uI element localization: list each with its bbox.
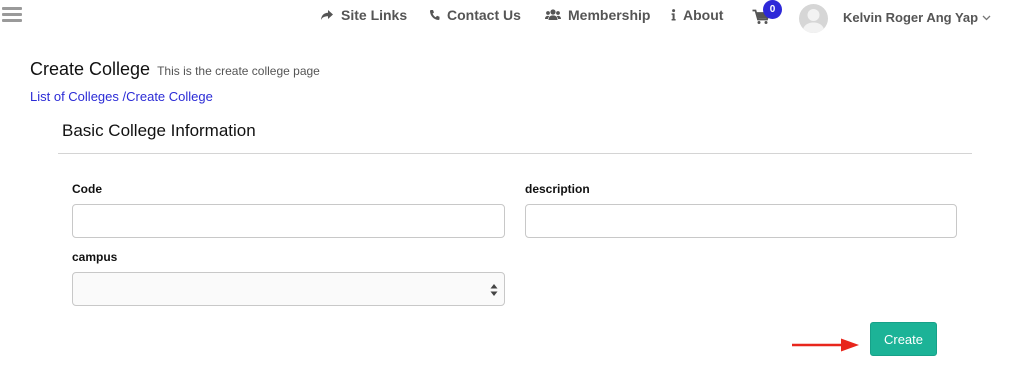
breadcrumb-create-college[interactable]: Create College xyxy=(126,89,213,104)
page-title: Create College This is the create colleg… xyxy=(30,59,320,80)
nav-about-label: About xyxy=(683,7,724,23)
campus-select[interactable] xyxy=(72,272,505,306)
nav-about[interactable]: About xyxy=(671,7,723,23)
info-icon xyxy=(671,9,676,21)
user-name: Kelvin Roger Ang Yap xyxy=(843,10,979,25)
code-input[interactable] xyxy=(72,204,505,238)
avatar-icon[interactable] xyxy=(799,4,828,33)
menu-icon[interactable] xyxy=(2,7,22,23)
nav-membership-label: Membership xyxy=(568,7,651,23)
description-label: description xyxy=(525,182,590,196)
description-input[interactable] xyxy=(525,204,957,238)
breadcrumb-list-of-colleges[interactable]: List of Colleges xyxy=(30,89,119,104)
section-divider xyxy=(58,153,972,154)
phone-icon xyxy=(430,10,440,20)
nav-site-links-label: Site Links xyxy=(341,7,408,23)
breadcrumb: List of Colleges /Create College xyxy=(30,89,213,104)
nav-membership[interactable]: Membership xyxy=(545,7,650,23)
select-arrows-icon xyxy=(490,284,498,296)
nav-contact-us[interactable]: Contact Us xyxy=(429,7,521,23)
create-button[interactable]: Create xyxy=(870,322,937,356)
annotation-arrow-icon xyxy=(792,338,859,352)
share-icon xyxy=(321,10,333,20)
cart-count-badge: 0 xyxy=(763,0,782,19)
chevron-down-icon xyxy=(982,15,991,20)
nav-site-links[interactable]: Site Links xyxy=(320,7,407,23)
campus-label: campus xyxy=(72,250,118,264)
page-title-text: Create College xyxy=(30,59,151,79)
users-icon xyxy=(545,9,561,20)
top-navbar: Site Links Contact Us Membership About 0 xyxy=(0,0,1036,34)
user-menu[interactable]: Kelvin Roger Ang Yap xyxy=(843,10,991,25)
nav-contact-us-label: Contact Us xyxy=(447,7,521,23)
page-subtitle: This is the create college page xyxy=(157,64,320,78)
section-title: Basic College Information xyxy=(62,121,256,140)
code-label: Code xyxy=(72,182,102,196)
